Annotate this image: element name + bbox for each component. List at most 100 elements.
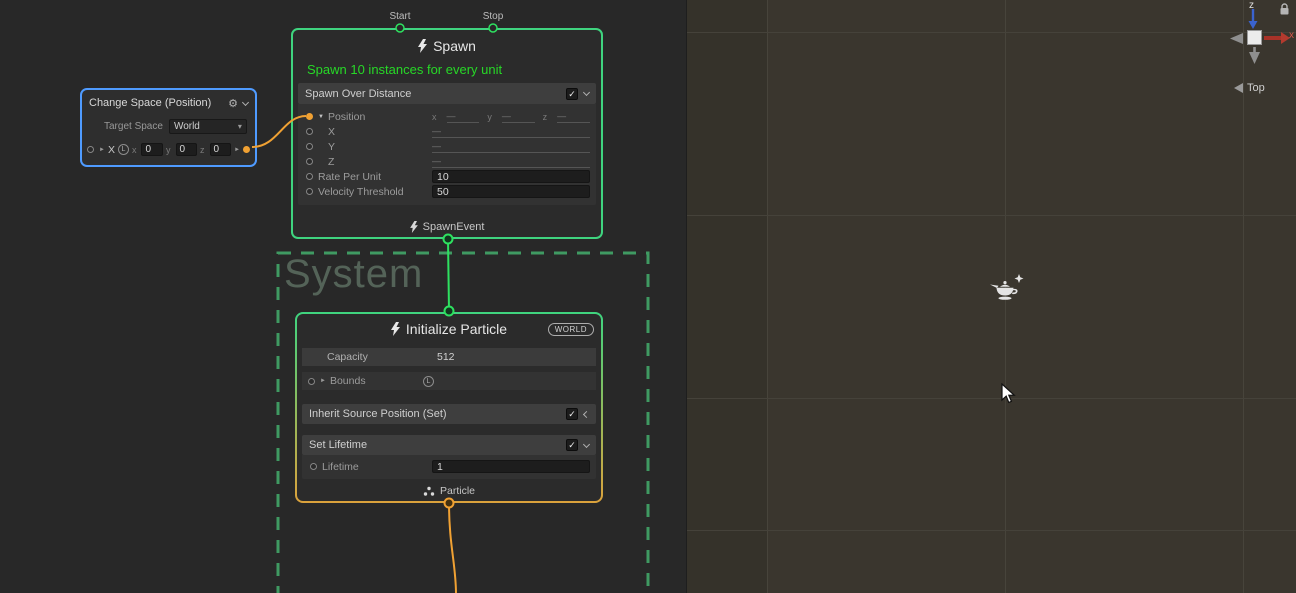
x-input-label: X xyxy=(108,144,115,156)
z-input-port[interactable] xyxy=(306,158,313,165)
capacity-row: Capacity 512 xyxy=(302,348,596,366)
vfx-graph-panel[interactable]: Start Stop System Spawn Spawn 10 instanc… xyxy=(0,0,686,593)
dropdown-caret-icon: ▾ xyxy=(238,122,242,131)
block-enabled-checkbox[interactable]: ✓ xyxy=(566,439,578,451)
axis-y-label: y xyxy=(487,112,492,122)
spawn-node-subtitle: Spawn 10 instances for every unit xyxy=(293,62,601,83)
lifetime-label: Lifetime xyxy=(322,461,359,473)
z-field[interactable]: — xyxy=(432,156,590,168)
rate-per-unit-row: Rate Per Unit 10 xyxy=(304,169,590,184)
x-input-port[interactable] xyxy=(87,146,94,153)
spawn-to-initialize-edge[interactable] xyxy=(448,239,449,311)
gizmo-z-axis-arrow[interactable] xyxy=(1247,9,1259,31)
lightning-icon xyxy=(391,322,400,336)
target-space-label: Target Space xyxy=(104,121,163,132)
inherit-source-position-header[interactable]: Inherit Source Position (Set) ✓ xyxy=(302,404,596,424)
grid-line xyxy=(687,530,1296,531)
set-lifetime-body: Lifetime 1 xyxy=(302,455,596,479)
block-title: Spawn Over Distance xyxy=(305,88,560,100)
y-field[interactable]: — xyxy=(432,141,590,153)
x-label: X xyxy=(328,126,335,138)
position-input-port[interactable] xyxy=(306,113,313,120)
chevron-left-icon[interactable] xyxy=(583,410,590,417)
gizmo-center-cube[interactable] xyxy=(1247,30,1262,45)
rate-label: Rate Per Unit xyxy=(318,171,381,183)
position-y-field[interactable]: — xyxy=(502,111,535,123)
change-space-header: Change Space (Position) ⚙ xyxy=(82,90,255,116)
gear-icon[interactable]: ⚙ xyxy=(228,97,238,110)
position-z-field[interactable]: — xyxy=(557,111,590,123)
view-orientation-button[interactable]: Top xyxy=(1234,82,1265,94)
spawn-over-distance-header[interactable]: Spawn Over Distance ✓ xyxy=(298,83,596,104)
y-value-field[interactable]: 0 xyxy=(176,143,198,156)
x-input-port[interactable] xyxy=(306,128,313,135)
axis-z-label: z xyxy=(200,145,205,155)
grid-line xyxy=(687,32,1296,33)
initialize-particle-node[interactable]: Initialize Particle WORLD Capacity 512 ►… xyxy=(295,312,603,503)
port-arrow-icon: ► xyxy=(234,147,240,153)
gizmo-left-axis-cone[interactable] xyxy=(1230,33,1243,44)
position-value-fields: x— y— z— xyxy=(432,111,590,123)
space-toggle-local-icon[interactable]: L xyxy=(118,144,129,155)
lock-icon[interactable] xyxy=(1279,3,1290,16)
lifetime-input-port[interactable] xyxy=(310,463,317,470)
chevron-down-icon[interactable] xyxy=(242,98,249,105)
gizmo-x-axis-bar[interactable] xyxy=(1264,36,1282,40)
port-arrow-icon: ► xyxy=(320,378,326,384)
axis-x-label: x xyxy=(132,145,137,155)
rate-input-port[interactable] xyxy=(306,173,313,180)
view-orientation-label: Top xyxy=(1247,82,1265,94)
grid-line xyxy=(767,0,768,593)
chevron-down-icon[interactable] xyxy=(583,89,590,96)
y-input-port[interactable] xyxy=(306,143,313,150)
capacity-field[interactable]: 512 xyxy=(437,351,455,363)
block-enabled-checkbox[interactable]: ✓ xyxy=(566,408,578,420)
particle-output-edge[interactable] xyxy=(449,503,456,593)
chevron-down-icon[interactable] xyxy=(583,440,590,447)
set-lifetime-header[interactable]: Set Lifetime ✓ xyxy=(302,435,596,455)
velocity-threshold-row: Velocity Threshold 50 xyxy=(304,184,590,199)
target-space-dropdown[interactable]: World ▾ xyxy=(169,119,247,134)
gizmo-down-axis-cone[interactable] xyxy=(1249,47,1260,65)
target-space-value: World xyxy=(174,121,200,132)
bounds-label: Bounds xyxy=(330,375,366,387)
position-row: ▼ Position x— y— z— xyxy=(304,109,590,124)
bounds-row: ► Bounds L xyxy=(302,372,596,390)
space-toggle-local-icon[interactable]: L xyxy=(423,376,434,387)
position-label: Position xyxy=(328,111,365,123)
capacity-label: Capacity xyxy=(327,351,368,363)
x-field[interactable]: — xyxy=(432,126,590,138)
velocity-threshold-field[interactable]: 50 xyxy=(432,185,590,198)
axis-x-label: x xyxy=(432,112,437,122)
world-space-badge[interactable]: WORLD xyxy=(548,323,594,336)
change-space-title: Change Space (Position) xyxy=(89,97,223,109)
change-space-output-port[interactable] xyxy=(243,146,250,153)
velocity-label: Velocity Threshold xyxy=(318,186,404,198)
change-space-node[interactable]: Change Space (Position) ⚙ Target Space W… xyxy=(80,88,257,167)
target-space-row: Target Space World ▾ xyxy=(82,116,255,136)
particle-output-label: Particle xyxy=(440,485,475,497)
spawn-output-row: SpawnEvent xyxy=(293,221,601,233)
grid-line xyxy=(687,398,1296,399)
lifetime-row: Lifetime 1 xyxy=(308,459,590,474)
spawn-node-title: Spawn xyxy=(433,38,476,54)
x-value-field[interactable]: 0 xyxy=(141,143,163,156)
change-space-io-row: ► X L x 0 y 0 z 0 ► xyxy=(82,136,255,163)
block-enabled-checkbox[interactable]: ✓ xyxy=(566,88,578,100)
vfx-lamp-gizmo[interactable] xyxy=(989,272,1029,306)
velocity-input-port[interactable] xyxy=(306,188,313,195)
scene-view[interactable]: z x Top xyxy=(686,0,1296,593)
expand-triangle-icon[interactable]: ▼ xyxy=(318,114,324,120)
orientation-cone-icon xyxy=(1234,83,1243,93)
spawn-context-node[interactable]: Spawn Spawn 10 instances for every unit … xyxy=(291,28,603,239)
z-value-field[interactable]: 0 xyxy=(210,143,232,156)
position-x-field[interactable]: — xyxy=(447,111,480,123)
rate-per-unit-field[interactable]: 10 xyxy=(432,170,590,183)
mouse-cursor xyxy=(1001,383,1017,405)
bounds-input-port[interactable] xyxy=(308,378,315,385)
lifetime-field[interactable]: 1 xyxy=(432,460,590,473)
lightning-icon xyxy=(418,39,427,53)
system-context-label: System xyxy=(284,252,423,297)
initialize-title-row: Initialize Particle WORLD xyxy=(297,314,601,344)
spawn-start-flow-label: Start xyxy=(389,11,410,22)
